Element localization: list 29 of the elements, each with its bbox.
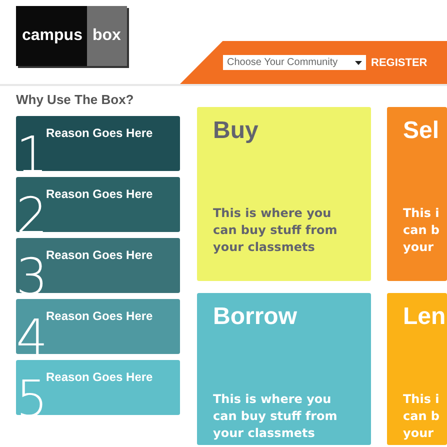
community-select[interactable]: Choose Your Community [223,55,366,70]
tile-title: Sel [403,117,440,146]
feature-tile[interactable]: Buy This is where you can buy stuff from your classmets [197,107,371,281]
logo-text: campus [22,27,82,45]
tile-description: This is where you [213,205,332,222]
caret-icon [355,60,362,64]
tile-description: can buy stuff from [213,408,338,425]
sidebar-heading: Why Use The Box? [16,92,135,109]
tile-title: Borrow [213,303,298,332]
reason-text: Reason Goes Here [46,187,153,203]
reason-text: Reason Goes Here [46,370,153,386]
register-link[interactable]: REGISTER [371,56,428,68]
tile-description: This i [403,391,440,408]
tile-description: can buy stuff from [213,222,338,239]
reason-text: Reason Goes Here [46,309,153,325]
tile-description: This is where you [213,391,332,408]
tile-title: Len [403,303,447,332]
tile-description: your [403,239,435,256]
tile-description: can b [403,222,441,239]
tile-description: can b [403,408,441,425]
tile-description: your classmets [213,425,316,442]
reason-text: Reason Goes Here [46,248,153,264]
logo[interactable]: campus box [16,6,127,66]
tile-description: your [403,425,435,442]
logo-text: box [92,27,121,45]
tile-title: Buy [213,117,260,146]
tile-description: your classmets [213,239,316,256]
reason-text: Reason Goes Here [46,126,153,142]
tile-description: This i [403,205,440,222]
